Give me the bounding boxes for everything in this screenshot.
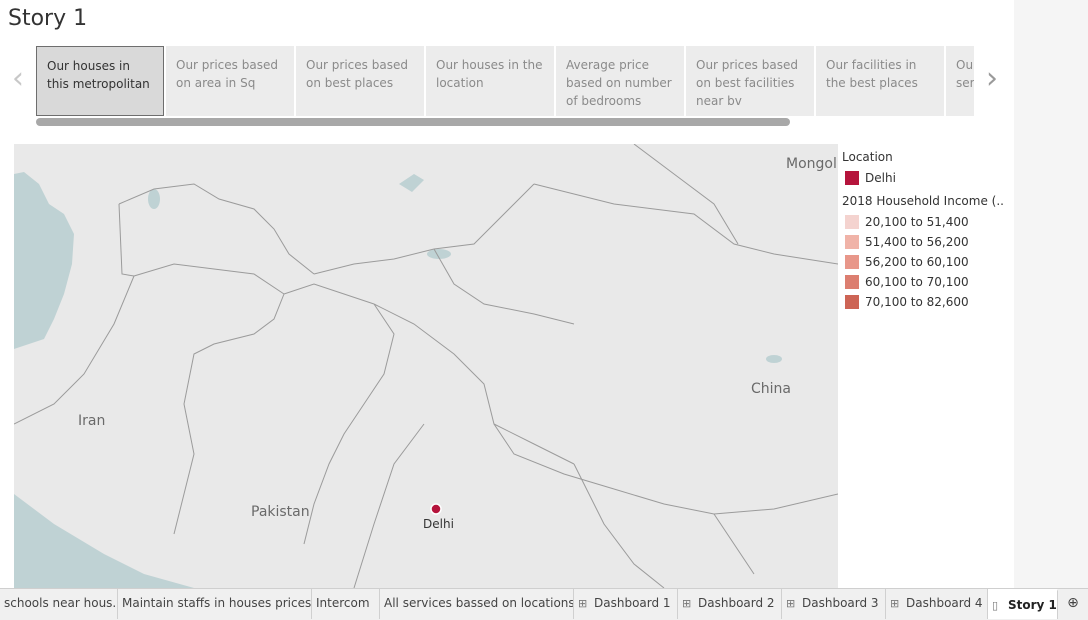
tab-label: Story 1 [1008, 598, 1057, 612]
legend-income-item[interactable]: 56,200 to 60,100 [842, 252, 1012, 272]
legend-income-swatch [845, 235, 859, 249]
map-label-pakistan: Pakistan [251, 504, 310, 520]
tab-dashboard-1[interactable]: ⊞ Dashboard 1 [574, 589, 678, 619]
story-navigator: Our houses in this metropolitan Our pric… [36, 46, 974, 116]
legend-location-item[interactable]: Delhi [842, 168, 1012, 188]
chevron-left-icon[interactable]: ‹ [6, 64, 30, 96]
story-icon: ▯ [992, 599, 999, 612]
map-label-delhi: Delhi [423, 517, 454, 531]
story-point-prices-best-places[interactable]: Our prices based on best places [296, 46, 424, 116]
story-title: Story 1 [8, 6, 88, 31]
caspian-sea [14, 172, 74, 349]
story-point-prices-area[interactable]: Our prices based on area in Sq [166, 46, 294, 116]
legend-income-title: 2018 Household Income (.. [842, 194, 1004, 208]
story-point-average-price-bedrooms[interactable]: Average price based on number of bedroom… [556, 46, 684, 116]
tab-dashboard-3[interactable]: ⊞ Dashboard 3 [782, 589, 886, 619]
legend-income-swatch [845, 215, 859, 229]
legend-location-label: Delhi [865, 171, 896, 185]
lake-qinghai [766, 355, 782, 363]
map-label-china: China [751, 381, 791, 397]
tab-label: Dashboard 2 [698, 596, 775, 610]
tab-label: Dashboard 3 [802, 596, 879, 610]
tableau-story-view: Story 1 ‹ Our houses in this metropolita… [0, 0, 1088, 620]
story-point-houses-services[interactable]: Our houses near services [946, 46, 974, 116]
tab-story-1[interactable]: ▯ Story 1 [988, 589, 1058, 619]
legend-income-item[interactable]: 51,400 to 56,200 [842, 232, 1012, 252]
new-worksheet-icon[interactable]: ⊕ [1058, 589, 1088, 619]
dashboard-icon: ⊞ [682, 597, 692, 610]
tab-label: Dashboard 1 [594, 596, 671, 610]
tab-intercom[interactable]: Intercom [312, 589, 380, 619]
story-point-facilities-best-places[interactable]: Our facilities in the best places [816, 46, 944, 116]
story-point-houses-metropolitan[interactable]: Our houses in this metropolitan [36, 46, 164, 116]
dashboard-icon: ⊞ [786, 597, 796, 610]
legend-income-label: 56,200 to 60,100 [865, 255, 969, 269]
legend-location-swatch [845, 171, 859, 185]
legend-income-item[interactable]: 70,100 to 82,600 [842, 292, 1012, 312]
lake-balkhash [399, 174, 424, 192]
tab-maintain-staffs[interactable]: Maintain staffs in houses prices [118, 589, 312, 619]
story-scrollbar[interactable] [36, 118, 790, 126]
legend-income-swatch [845, 295, 859, 309]
legend-income-item[interactable]: 20,100 to 51,400 [842, 212, 1012, 232]
tab-all-services[interactable]: All services bassed on locations [380, 589, 574, 619]
tab-dashboard-2[interactable]: ⊞ Dashboard 2 [678, 589, 782, 619]
tab-label: Dashboard 4 [906, 596, 983, 610]
sheet-tab-bar: schools near hous... Maintain staffs in … [0, 588, 1088, 620]
legend-income-swatch [845, 275, 859, 289]
chevron-right-icon[interactable]: › [980, 64, 1004, 96]
legend-income-item[interactable]: 60,100 to 70,100 [842, 272, 1012, 292]
map-label-mongolia: Mongol [786, 156, 837, 172]
arabian-sea [14, 494, 194, 588]
story-point-prices-facilities[interactable]: Our prices based on best facilities near… [686, 46, 814, 116]
delhi-marker[interactable] [430, 503, 442, 515]
legend-income-label: 20,100 to 51,400 [865, 215, 969, 229]
map-legend: Location Delhi 2018 Household Income (..… [842, 150, 1012, 312]
dashboard-icon: ⊞ [578, 597, 588, 610]
legend-income-label: 60,100 to 70,100 [865, 275, 969, 289]
story-point-houses-location[interactable]: Our houses in the location [426, 46, 554, 116]
map-view[interactable]: Mongol China Iran Pakistan Delhi [14, 144, 838, 588]
legend-income-label: 70,100 to 82,600 [865, 295, 969, 309]
legend-income-label: 51,400 to 56,200 [865, 235, 969, 249]
legend-income-swatch [845, 255, 859, 269]
tab-dashboard-4[interactable]: ⊞ Dashboard 4 [886, 589, 988, 619]
legend-location-title: Location [842, 150, 893, 164]
dashboard-icon: ⊞ [890, 597, 900, 610]
map-label-iran: Iran [78, 413, 106, 429]
aral-sea [148, 189, 160, 209]
tab-schools-near-houses[interactable]: schools near hous... [0, 589, 118, 619]
right-margin-panel [1014, 0, 1088, 588]
